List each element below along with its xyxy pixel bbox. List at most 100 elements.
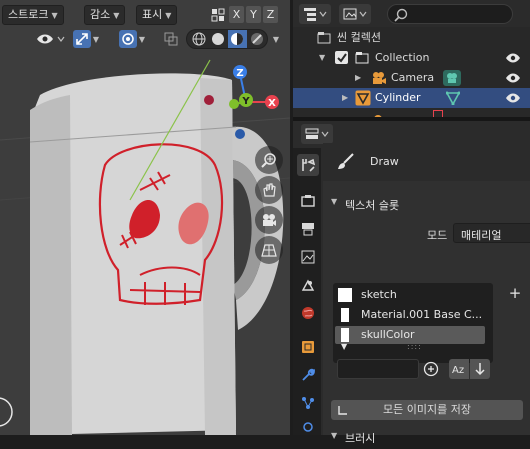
world-tab[interactable]: [297, 302, 319, 324]
modifiers-tab[interactable]: [297, 364, 319, 386]
outliner-row-camera[interactable]: ▶ Camera: [293, 68, 530, 88]
shading-mode-group: [186, 29, 268, 49]
save-all-images-label: 모든 이미지를 저장: [383, 403, 471, 416]
outliner-row-partial[interactable]: [293, 108, 530, 117]
editor-type-menu[interactable]: [299, 4, 331, 24]
slot-color-swatch: [338, 288, 352, 302]
falloff-menu[interactable]: 감소 ▼: [84, 5, 126, 25]
mirror-x-toggle[interactable]: X: [229, 6, 244, 23]
camera-view-icon[interactable]: [255, 206, 283, 234]
gizmo-toggle[interactable]: ▼: [70, 29, 102, 49]
overlay-icon: [118, 30, 137, 48]
slot-color-swatch: [341, 308, 349, 322]
outliner-row-label: Collection: [375, 51, 430, 64]
solid-shading-icon[interactable]: [211, 32, 225, 46]
camera-data-icon[interactable]: [443, 70, 461, 86]
brush-panel-header[interactable]: ▼ 브러시: [323, 427, 530, 449]
panel-expand-icon: ▼: [331, 197, 338, 206]
properties-editor-type-menu[interactable]: [301, 124, 333, 144]
outliner-row-collection[interactable]: ▼ Collection: [293, 48, 530, 68]
render-icon: [301, 195, 315, 207]
render-tab[interactable]: [297, 190, 319, 212]
output-tab[interactable]: [297, 218, 319, 240]
outliner-editor-icon: [304, 8, 327, 21]
tool-header: Draw: [323, 143, 530, 181]
brush-draw-icon: [338, 153, 354, 169]
outliner-row-cylinder[interactable]: ▶ Cylinder: [293, 88, 530, 108]
pan-hand-icon[interactable]: [255, 176, 283, 204]
particles-tab[interactable]: [297, 392, 319, 414]
stroke-menu-label: 스트로크: [8, 8, 49, 21]
search-icon: [394, 8, 408, 22]
texture-slot-item[interactable]: Material.001 Base C...: [335, 306, 485, 324]
outliner-row-label: Camera: [391, 71, 435, 84]
chevron-down-icon: ▼: [51, 11, 58, 20]
expand-right-icon[interactable]: ▶: [342, 88, 348, 108]
properties-content: Draw ▼ 텍스처 슬롯 모드 매테리얼 ▼ sketch Material.…: [323, 143, 530, 445]
svg-text:Az: Az: [452, 365, 464, 376]
display-mode-menu[interactable]: [339, 4, 371, 24]
mode-dropdown[interactable]: 매테리얼 ▼: [453, 223, 530, 243]
grid-projection-icon[interactable]: [255, 236, 283, 264]
rendered-shading-icon[interactable]: [250, 32, 264, 46]
wireframe-shading-icon[interactable]: [192, 32, 206, 46]
slot-color-swatch: [341, 328, 349, 342]
expand-right-icon[interactable]: ▶: [355, 68, 361, 88]
slot-filter-input[interactable]: [337, 359, 419, 379]
outliner-search-input[interactable]: [387, 4, 513, 24]
texture-slots-title: 텍스처 슬롯: [345, 199, 400, 212]
object-tab[interactable]: [297, 336, 319, 358]
save-all-images-button[interactable]: 모든 이미지를 저장: [331, 400, 523, 420]
outliner-header: [293, 0, 530, 27]
tool-name: Draw: [370, 155, 399, 168]
3d-viewport[interactable]: Z Y X 스트로크 ▼ 감소 ▼ 표시 ▼ X Y Z ▼ ▼ ▼: [0, 0, 290, 435]
texture-slot-label: sketch: [361, 288, 397, 301]
zoom-icon[interactable]: [255, 146, 283, 174]
chevron-down-icon: ▼: [92, 34, 100, 44]
world-icon: [302, 307, 314, 319]
viewport-header: 스트로크 ▼ 감소 ▼ 표시 ▼ X Y Z ▼ ▼ ▼: [0, 0, 290, 56]
sort-alpha-icon[interactable]: Az: [449, 359, 469, 379]
tool-icon: [302, 158, 315, 172]
wrench-icon: [302, 368, 315, 381]
shading-options-chevron-icon[interactable]: ▼: [270, 31, 282, 47]
material-preview-icon: [231, 33, 243, 45]
outliner-row-scene-collection[interactable]: 씬 컬렉션: [293, 28, 530, 48]
expand-down-icon[interactable]: ▼: [319, 48, 325, 68]
particles-icon: [302, 397, 314, 409]
mirror-z-toggle[interactable]: Z: [263, 6, 278, 23]
add-slot-button[interactable]: +: [506, 284, 524, 302]
chevron-down-icon: ▼: [165, 11, 172, 20]
transform-arrow-icon: [72, 30, 91, 48]
gizmo-z-label: Z: [236, 68, 243, 79]
xray-toggle-icon[interactable]: [162, 30, 180, 48]
texture-slot-item[interactable]: sketch: [335, 286, 485, 304]
material-preview-shading-button[interactable]: [228, 30, 247, 48]
mode-label: 모드: [427, 229, 448, 242]
tool-settings-tab[interactable]: [297, 154, 319, 176]
display-menu[interactable]: 표시 ▼: [136, 5, 178, 25]
collection-checkbox[interactable]: [335, 51, 348, 64]
visibility-menu[interactable]: [34, 29, 66, 49]
stroke-menu[interactable]: 스트로크 ▼: [2, 5, 64, 25]
chevron-down-icon: ▼: [138, 34, 146, 44]
scene-icon: [301, 279, 315, 291]
scene-tab[interactable]: [297, 274, 319, 296]
symmetry-icon[interactable]: [210, 6, 226, 23]
overlay-menu[interactable]: ▼: [116, 29, 148, 49]
view-layer-icon: [343, 8, 367, 20]
navigation-gizmo[interactable]: Z Y X: [200, 62, 280, 152]
object-icon: [302, 341, 314, 353]
light-data-icon: [433, 110, 443, 117]
list-resize-arrow-icon[interactable]: ▼: [341, 342, 347, 351]
sort-reverse-icon[interactable]: [470, 359, 490, 379]
texture-slot-label: Material.001 Base C...: [361, 308, 483, 321]
properties-editor-icon: [305, 128, 329, 139]
texture-slots-panel-header[interactable]: ▼ 텍스처 슬롯: [323, 193, 530, 215]
zoom-in-icon[interactable]: [421, 359, 441, 379]
list-resize-grip-icon[interactable]: ::::: [407, 342, 422, 351]
outliner: 씬 컬렉션 ▼ Collection ▶ Camera ▶ Cylinder: [293, 0, 530, 117]
gizmo-x-label: X: [268, 98, 276, 109]
view-layer-tab[interactable]: [297, 246, 319, 268]
mirror-y-toggle[interactable]: Y: [246, 6, 261, 23]
